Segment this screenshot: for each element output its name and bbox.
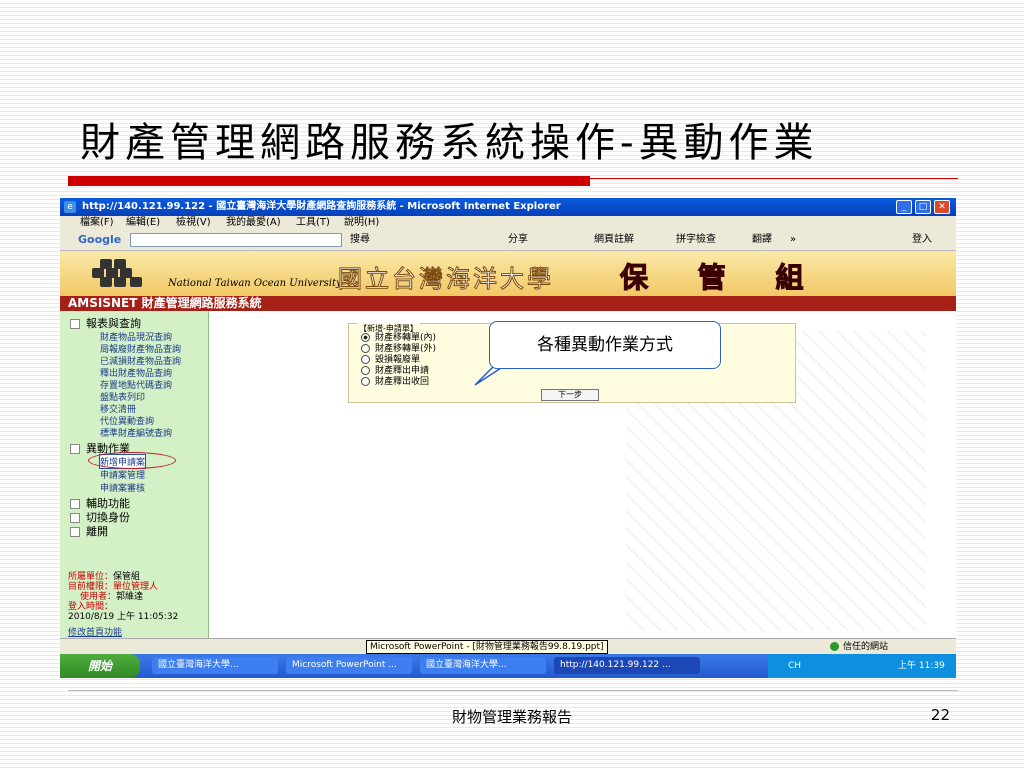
more-button[interactable]: » <box>790 230 796 250</box>
translate-button[interactable]: 翻譯 <box>752 230 772 250</box>
slide-footer: 財物管理業務報告 <box>451 708 572 726</box>
system-name: AMSISNET 財產管理網路服務系統 <box>68 296 262 310</box>
security-zone: 信任的網站 <box>830 639 888 655</box>
callout-annotation: 各種異動作業方式 <box>489 321 721 369</box>
ie-icon: e <box>64 201 76 213</box>
menu-help[interactable]: 說明(H) <box>344 216 379 230</box>
close-icon[interactable]: ✕ <box>934 200 950 214</box>
sidebar-item-application-manage[interactable]: 申請案管理 <box>100 468 145 481</box>
system-name-bar: AMSISNET 財產管理網路服務系統 <box>60 296 956 311</box>
sidebar-section-reports[interactable]: 報表與查詢 <box>70 315 141 331</box>
menu-edit[interactable]: 編輯(E) <box>126 216 160 230</box>
site-banner: National Taiwan Ocean University 國立台灣海洋大… <box>60 251 956 296</box>
next-step-button[interactable]: 下一步 <box>541 389 599 401</box>
option-release-recall[interactable]: 財產釋出收回 <box>361 374 429 387</box>
task-powerpoint[interactable]: Microsoft PowerPoint ... <box>286 657 412 674</box>
sidebar-item-application-review[interactable]: 申請案審核 <box>100 481 145 494</box>
highlight-circle <box>88 452 176 469</box>
unit-name: 保 管 組 <box>620 261 824 295</box>
university-name-zh: 國立台灣海洋大學 <box>338 265 554 294</box>
share-button[interactable]: 分享 <box>508 230 528 250</box>
google-logo: Google <box>78 233 122 246</box>
university-logo-icon <box>86 259 158 287</box>
title-underline <box>68 176 958 186</box>
spellcheck-button[interactable]: 拼字檢查 <box>676 230 716 250</box>
main-content: 【新增-申請單】 財產移轉單(內) 財產移轉單(外) 毀損報廢單 財產釋出申請 … <box>209 311 956 638</box>
taskbar-tooltip: Microsoft PowerPoint - [財物管理業務報告99.8.19.… <box>366 640 608 654</box>
login-button[interactable]: 登入 <box>912 230 932 250</box>
trusted-site-icon <box>830 642 839 651</box>
slide-title: 財產管理網路服務系統操作-異動作業 <box>80 120 819 166</box>
sidebar: 報表與查詢 財產物品現況查詢 局報廢財產物品查詢 已減損財產物品查詢 釋出財產物… <box>60 311 209 638</box>
task-ie-2[interactable]: 國立臺灣海洋大學... <box>420 657 546 674</box>
search-button[interactable]: 搜尋 <box>350 230 370 250</box>
google-toolbar: Google 搜尋 分享 網頁註解 拼字檢查 翻譯 » 登入 <box>60 230 956 251</box>
task-ie-active[interactable]: http://140.121.99.122 ... <box>554 657 700 674</box>
window-title: http://140.121.99.122 - 國立臺灣海洋大學財產網路查詢服務… <box>82 201 561 212</box>
taskbar: 開始 國立臺灣海洋大學... Microsoft PowerPoint ... … <box>60 654 956 678</box>
task-ie-1[interactable]: 國立臺灣海洋大學... <box>152 657 278 674</box>
sidebar-section-leave[interactable]: 離開 <box>70 523 108 539</box>
start-button[interactable]: 開始 <box>60 654 140 678</box>
page-number: 22 <box>930 706 950 724</box>
radio-icon <box>361 377 370 386</box>
university-name-en: National Taiwan Ocean University <box>168 278 342 289</box>
menu-tools[interactable]: 工具(T) <box>296 216 330 230</box>
window-titlebar: e http://140.121.99.122 - 國立臺灣海洋大學財產網路查詢… <box>60 198 956 216</box>
status-bar: Microsoft PowerPoint - [財物管理業務報告99.8.19.… <box>60 638 956 655</box>
menu-view[interactable]: 檢視(V) <box>176 216 211 230</box>
browser-window: e http://140.121.99.122 - 國立臺灣海洋大學財產網路查詢… <box>60 198 956 678</box>
minimize-icon[interactable]: _ <box>896 200 912 214</box>
modify-homepage-link[interactable]: 修改首頁功能 <box>68 625 122 638</box>
google-search-input[interactable] <box>130 233 342 247</box>
login-time: 2010/8/19 上午 11:05:32 <box>68 612 179 622</box>
annotate-button[interactable]: 網頁註解 <box>594 230 634 250</box>
menu-bar: 檔案(F) 編輯(E) 檢視(V) 我的最愛(A) 工具(T) 說明(H) <box>60 216 956 230</box>
footer-divider <box>68 690 958 691</box>
maximize-icon[interactable]: □ <box>915 200 931 214</box>
clock: 上午 11:39 <box>898 661 945 671</box>
input-language[interactable]: CH <box>788 654 801 678</box>
menu-favorites[interactable]: 我的最愛(A) <box>226 216 281 230</box>
sidebar-item-standard-number[interactable]: 標準財產編號查詢 <box>100 426 172 439</box>
system-tray: CH 上午 11:39 <box>768 654 956 678</box>
menu-file[interactable]: 檔案(F) <box>80 216 114 230</box>
